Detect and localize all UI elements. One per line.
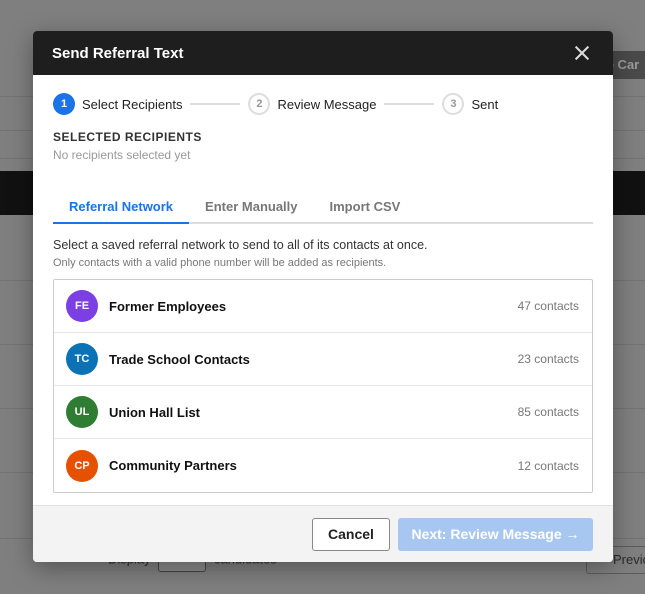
tab-description: Select a saved referral network to send … <box>53 238 428 252</box>
step-review-message: 2 Review Message <box>248 93 376 115</box>
tab-description-note: Only contacts with a valid phone number … <box>53 257 387 269</box>
network-name: Union Hall List <box>109 404 200 420</box>
network-list: FE Former Employees 47 contacts TC Trade… <box>53 279 593 493</box>
network-name: Community Partners <box>109 458 237 473</box>
tab-import-csv[interactable]: Import CSV <box>314 192 417 222</box>
step-label: Sent <box>471 96 499 112</box>
step-label: Review Message <box>277 96 377 112</box>
step-number: 1 <box>53 93 75 115</box>
tab-enter-manually[interactable]: Enter Manually <box>189 192 313 222</box>
modal-header: Send Referral Text <box>33 31 613 75</box>
avatar: TC <box>66 343 98 375</box>
step-sent: 3 Sent <box>442 93 498 115</box>
step-label: Select Recipients <box>82 96 183 112</box>
network-row-trade-school-contacts[interactable]: TC Trade School Contacts 23 contacts <box>54 333 592 386</box>
avatar: FE <box>66 290 98 322</box>
cancel-button[interactable]: Cancel <box>312 517 390 551</box>
selected-recipients-empty: No recipients selected yet <box>53 148 191 162</box>
network-name: Trade School Contacts <box>109 351 250 367</box>
close-icon[interactable] <box>571 42 593 64</box>
network-count: 85 contacts <box>517 405 579 419</box>
send-referral-modal: Send Referral Text 1 Select Recipients 2… <box>33 31 613 562</box>
next-review-message-button[interactable]: Next: Review Message → <box>398 517 593 551</box>
network-row-union-hall-list[interactable]: UL Union Hall List 85 contacts <box>54 386 592 439</box>
network-count: 12 contacts <box>517 458 579 473</box>
tab-referral-network[interactable]: Referral Network <box>53 192 190 224</box>
avatar: UL <box>66 396 98 428</box>
network-row-community-partners[interactable]: CP Community Partners 12 contacts <box>54 439 592 492</box>
selected-recipients-label: SELECTED RECIPIENTS <box>53 130 202 144</box>
stepper: 1 Select Recipients 2 Review Message 3 S… <box>53 93 593 115</box>
recipient-source-tabs: Referral Network Enter Manually Import C… <box>53 192 593 224</box>
network-row-former-employees[interactable]: FE Former Employees 47 contacts <box>54 280 592 333</box>
step-number: 2 <box>248 93 271 115</box>
network-count: 47 contacts <box>517 299 579 313</box>
network-name: Former Employees <box>109 298 227 314</box>
step-select-recipients: 1 Select Recipients <box>53 93 182 115</box>
step-number: 3 <box>442 93 465 115</box>
step-connector <box>384 103 435 105</box>
network-count: 23 contacts <box>517 352 579 366</box>
avatar: CP <box>66 449 98 482</box>
modal-body: 1 Select Recipients 2 Review Message 3 S… <box>33 75 613 493</box>
modal-footer: Cancel Next: Review Message → <box>33 505 613 562</box>
step-connector <box>190 103 241 105</box>
modal-title: Send Referral Text <box>52 44 184 62</box>
